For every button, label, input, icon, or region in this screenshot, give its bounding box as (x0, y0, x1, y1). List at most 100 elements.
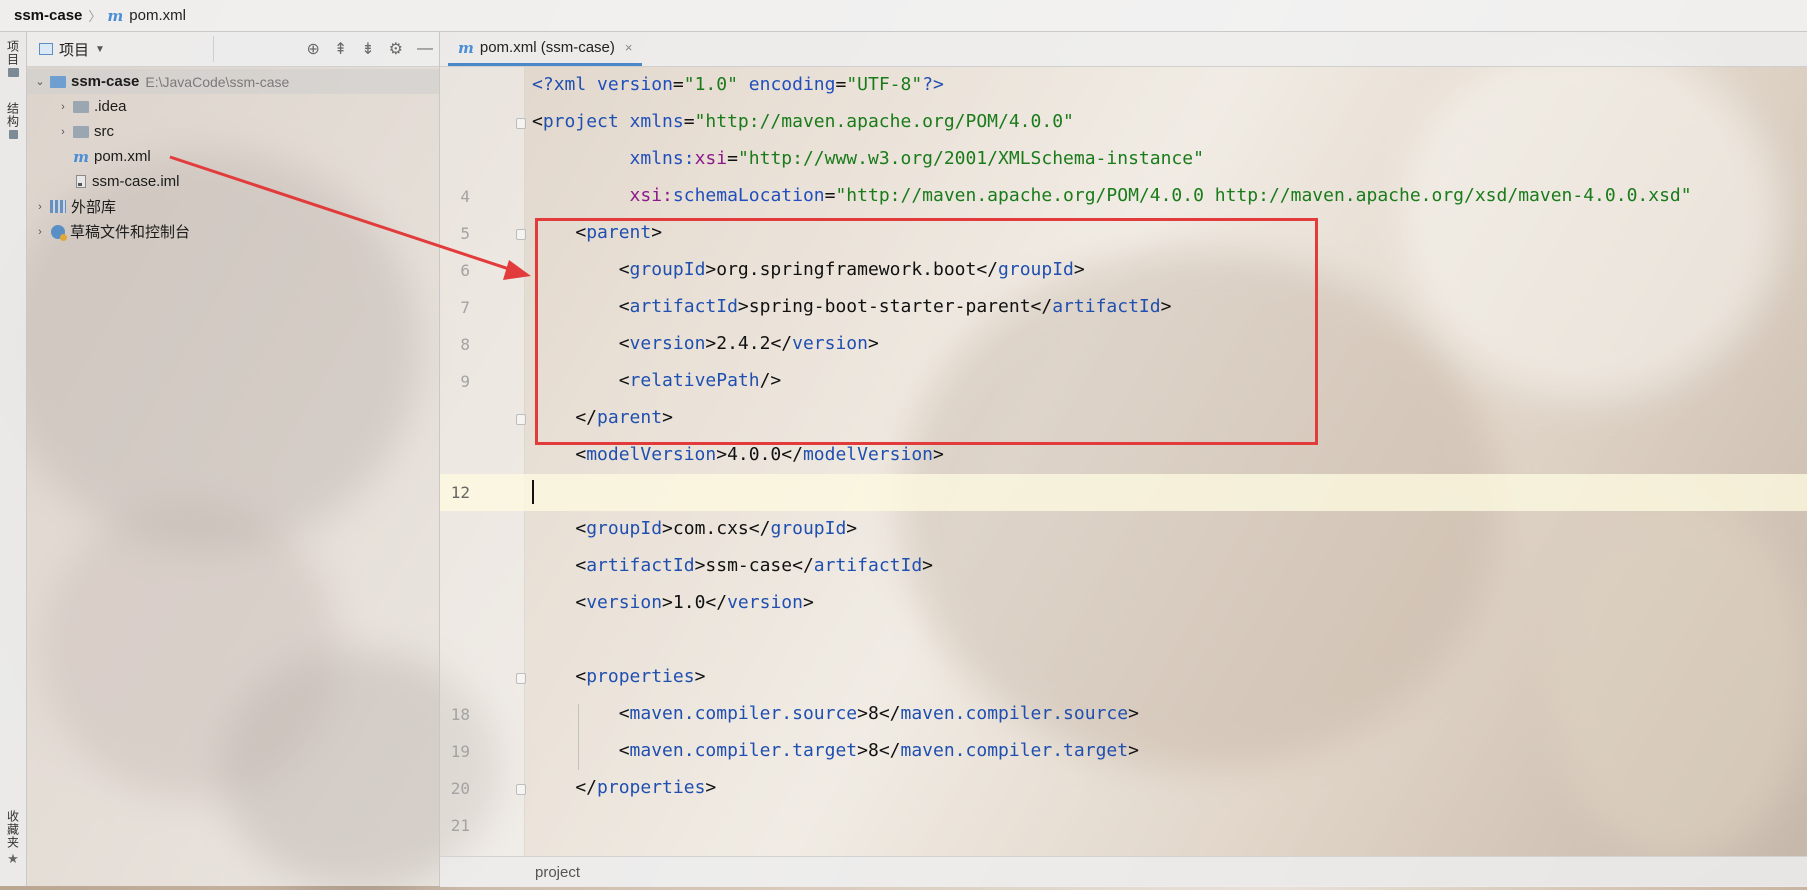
code-line: <modelVersion>4.0.0</modelVersion> (440, 437, 1807, 474)
fold-marker-icon[interactable] (516, 229, 526, 240)
favorites-tool-tab[interactable]: 收藏夹 ★ (2, 810, 24, 867)
tree-item-external-libraries[interactable]: › 外部库 (27, 194, 439, 219)
folder-icon (73, 100, 89, 113)
code-line: 7 <artifactId>spring-boot-starter-parent… (440, 289, 1807, 326)
code-text: xsi:schemaLocation="http://maven.apache.… (629, 185, 1692, 206)
chevron-right-icon[interactable]: › (33, 201, 47, 213)
tree-item-label: .idea (94, 98, 127, 115)
maven-file-icon: m (73, 147, 89, 166)
editor-breadcrumb: project (440, 856, 1807, 887)
chevron-right-icon[interactable]: › (33, 226, 47, 238)
code-text: <modelVersion>4.0.0</modelVersion> (532, 444, 944, 465)
code-text: <version>2.4.2</version> (532, 333, 879, 354)
library-icon (50, 200, 66, 213)
code-text: <relativePath/> (532, 370, 782, 391)
structure-tool-tab[interactable]: 结构 (2, 102, 24, 139)
project-view-label: 项目 (59, 41, 90, 59)
maven-file-icon: m (107, 6, 124, 25)
fold-marker-icon[interactable] (516, 784, 526, 795)
project-view-selector[interactable]: 项目 ▼ (27, 39, 105, 60)
chevron-right-icon[interactable]: › (56, 101, 70, 113)
code-line: 18 <maven.compiler.source>8</maven.compi… (440, 696, 1807, 733)
code-text: <project xmlns="http://maven.apache.org/… (532, 111, 1074, 132)
fold-marker-icon[interactable] (516, 118, 526, 129)
panel-toolbar: ⊕ ⇞ ⇟ ⚙ — (306, 32, 433, 66)
tree-root-name: ssm-case (71, 73, 140, 90)
nav-file-name[interactable]: pom.xml (129, 7, 186, 24)
line-number: 21 (450, 816, 470, 835)
chevron-right-icon[interactable]: › (56, 126, 70, 138)
folder-icon (7, 68, 19, 77)
code-line: xmlns:xsi="http://www.w3.org/2001/XMLSch… (440, 141, 1807, 178)
module-file-icon (76, 175, 86, 188)
close-icon[interactable]: × (625, 40, 633, 55)
line-number: 18 (450, 705, 470, 724)
code-line: <?xml version="1.0" encoding="UTF-8"?> (440, 67, 1807, 104)
tree-item-pom[interactable]: m pom.xml (27, 144, 439, 169)
line-number: 7 (460, 298, 470, 317)
code-text: <artifactId>ssm-case</artifactId> (532, 555, 934, 576)
tree-item-src[interactable]: › src (27, 119, 439, 144)
tree-item-scratches[interactable]: › 草稿文件和控制台 (27, 219, 439, 244)
module-folder-icon (50, 75, 66, 88)
editor-tab-bar: m pom.xml (ssm-case) × (440, 32, 1807, 67)
project-panel-header: 项目 ▼ ⊕ ⇞ ⇟ ⚙ — (27, 32, 439, 67)
header-divider (213, 36, 214, 62)
tree-item-label: 外部库 (71, 199, 117, 216)
project-panel: 项目 ▼ ⊕ ⇞ ⇟ ⚙ — ⌄ ssm-case E:\JavaCode\ss… (27, 32, 440, 886)
nav-project-name[interactable]: ssm-case (14, 7, 82, 24)
project-view-icon (39, 43, 53, 55)
expand-all-icon[interactable]: ⇞ (334, 39, 347, 59)
fold-marker-icon[interactable] (516, 414, 526, 425)
breadcrumb-item[interactable]: project (535, 864, 580, 881)
code-line-current: 12 (440, 474, 1807, 511)
locate-icon[interactable]: ⊕ (306, 39, 319, 59)
code-text: <?xml version="1.0" encoding="UTF-8"?> (532, 74, 944, 95)
project-tree: ⌄ ssm-case E:\JavaCode\ssm-case › .idea … (27, 67, 439, 244)
tree-item-label: 草稿文件和控制台 (70, 224, 191, 241)
code-line: 5 <parent> (440, 215, 1807, 252)
gear-icon[interactable]: ⚙ (389, 39, 403, 59)
line-number: 8 (460, 335, 470, 354)
code-text: <parent> (532, 222, 663, 243)
code-editor[interactable]: <?xml version="1.0" encoding="UTF-8"?> <… (440, 67, 1807, 856)
fold-marker-icon[interactable] (516, 673, 526, 684)
line-number: 6 (460, 261, 470, 280)
code-line: <project xmlns="http://maven.apache.org/… (440, 104, 1807, 141)
code-line: <groupId>com.cxs</groupId> (440, 511, 1807, 548)
code-line: <artifactId>ssm-case</artifactId> (440, 548, 1807, 585)
line-number: 5 (460, 224, 470, 243)
tree-item-idea[interactable]: › .idea (27, 94, 439, 119)
code-line: 21 (440, 807, 1807, 844)
code-text: <maven.compiler.source>8</maven.compiler… (532, 703, 1139, 724)
tree-root-path: E:\JavaCode\ssm-case (145, 73, 290, 90)
project-tool-tab[interactable]: 项目 (2, 40, 24, 77)
indent-guide (578, 704, 579, 770)
tool-window-strip: 项目 结构 收藏夹 ★ (0, 32, 27, 886)
code-text: <version>1.0</version> (532, 592, 814, 613)
code-text: <groupId>org.springframework.boot</group… (532, 259, 1085, 280)
code-text: </properties> (532, 777, 717, 798)
tree-item-label: src (94, 123, 114, 140)
line-number: 20 (450, 779, 470, 798)
nav-separator-icon: 〉 (88, 9, 102, 24)
minimize-icon[interactable]: — (417, 40, 433, 58)
code-line: <version>1.0</version> (440, 585, 1807, 622)
line-number: 4 (460, 187, 470, 206)
tree-item-root[interactable]: ⌄ ssm-case E:\JavaCode\ssm-case (27, 69, 439, 94)
structure-icon (8, 130, 18, 139)
tree-item-iml[interactable]: ssm-case.iml (27, 169, 439, 194)
chevron-down-icon: ▼ (95, 43, 105, 55)
code-line: <properties> (440, 659, 1807, 696)
folder-icon (73, 125, 89, 138)
tab-pom-xml[interactable]: m pom.xml (ssm-case) × (448, 32, 643, 66)
maven-file-icon: m (458, 38, 474, 57)
code-line: </parent> (440, 400, 1807, 437)
chevron-down-icon[interactable]: ⌄ (33, 75, 47, 88)
code-line: 6 <groupId>org.springframework.boot</gro… (440, 252, 1807, 289)
tree-item-label: ssm-case.iml (92, 173, 180, 190)
line-number: 19 (450, 742, 470, 761)
collapse-all-icon[interactable]: ⇟ (361, 39, 374, 59)
code-text: <properties> (532, 666, 706, 687)
code-text: <groupId>com.cxs</groupId> (532, 518, 858, 539)
